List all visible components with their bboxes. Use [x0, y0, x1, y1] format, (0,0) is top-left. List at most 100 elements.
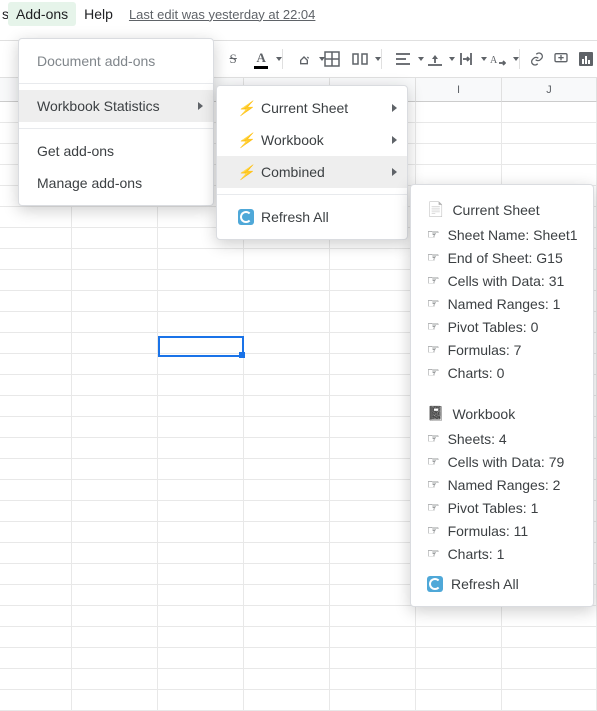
cell[interactable] [330, 648, 416, 669]
cell[interactable] [330, 354, 416, 375]
cell[interactable] [72, 333, 158, 354]
cell[interactable] [0, 207, 72, 228]
insert-comment-icon[interactable] [550, 47, 572, 71]
merge-cells-icon[interactable] [345, 47, 375, 71]
cell[interactable] [158, 585, 244, 606]
cell[interactable] [72, 228, 158, 249]
cell[interactable] [330, 396, 416, 417]
horizontal-align-icon[interactable] [388, 47, 418, 71]
cell[interactable] [502, 669, 597, 690]
cell[interactable] [72, 501, 158, 522]
cell[interactable] [72, 585, 158, 606]
cell[interactable] [158, 354, 244, 375]
cell[interactable] [330, 249, 416, 270]
submenu-refresh-all[interactable]: Refresh All [217, 201, 407, 233]
colhead-i[interactable]: I [416, 78, 502, 102]
menu-addons[interactable]: Add-ons [8, 2, 76, 26]
cell[interactable] [330, 501, 416, 522]
fill-handle[interactable] [239, 352, 245, 358]
cell[interactable] [0, 312, 72, 333]
cell[interactable] [0, 606, 72, 627]
cell[interactable] [0, 396, 72, 417]
cell[interactable] [330, 459, 416, 480]
cell[interactable] [72, 543, 158, 564]
cell[interactable] [72, 690, 158, 711]
cell[interactable] [502, 627, 597, 648]
menu-help[interactable]: Help [76, 2, 121, 26]
cell[interactable] [244, 249, 330, 270]
text-rotation-icon[interactable]: A [483, 47, 513, 71]
cell[interactable] [158, 543, 244, 564]
cell[interactable] [0, 270, 72, 291]
cell[interactable] [244, 417, 330, 438]
cell[interactable] [0, 585, 72, 606]
cell[interactable] [158, 312, 244, 333]
cell[interactable] [0, 417, 72, 438]
cell[interactable] [72, 564, 158, 585]
cell[interactable] [244, 480, 330, 501]
cell[interactable] [0, 333, 72, 354]
cell[interactable] [244, 375, 330, 396]
cell[interactable] [72, 291, 158, 312]
cell[interactable] [0, 501, 72, 522]
cell[interactable] [244, 627, 330, 648]
colhead-j[interactable]: J [502, 78, 597, 102]
cell[interactable] [0, 627, 72, 648]
cell[interactable] [416, 690, 502, 711]
stats-refresh-all[interactable]: Refresh All [427, 576, 577, 592]
cell[interactable] [330, 333, 416, 354]
cell[interactable] [72, 207, 158, 228]
cell[interactable] [330, 438, 416, 459]
cell[interactable] [0, 354, 72, 375]
cell[interactable] [502, 648, 597, 669]
selected-cell[interactable] [158, 336, 244, 357]
cell[interactable] [244, 291, 330, 312]
cell[interactable] [158, 396, 244, 417]
cell[interactable] [158, 375, 244, 396]
cell[interactable] [158, 627, 244, 648]
cell[interactable] [330, 291, 416, 312]
cell[interactable] [502, 123, 597, 144]
cell[interactable] [330, 690, 416, 711]
vertical-align-icon[interactable] [420, 47, 450, 71]
cell[interactable] [330, 606, 416, 627]
cell[interactable] [502, 102, 597, 123]
cell[interactable] [244, 564, 330, 585]
cell[interactable] [0, 564, 72, 585]
cell[interactable] [0, 249, 72, 270]
cell[interactable] [72, 522, 158, 543]
menu-workbook-statistics[interactable]: Workbook Statistics [19, 90, 213, 122]
submenu-combined[interactable]: ⚡ Combined [217, 156, 407, 188]
strikethrough-icon[interactable]: S [222, 47, 244, 71]
fill-color-icon[interactable] [289, 47, 319, 71]
cell[interactable] [72, 249, 158, 270]
cell[interactable] [502, 144, 597, 165]
cell[interactable] [416, 123, 502, 144]
cell[interactable] [72, 312, 158, 333]
cell[interactable] [244, 270, 330, 291]
cell[interactable] [72, 438, 158, 459]
cell[interactable] [72, 627, 158, 648]
cell[interactable] [502, 165, 597, 186]
cell[interactable] [158, 648, 244, 669]
cell[interactable] [244, 459, 330, 480]
text-color-icon[interactable]: A [246, 47, 276, 71]
cell[interactable] [244, 606, 330, 627]
cell[interactable] [158, 522, 244, 543]
cell[interactable] [0, 690, 72, 711]
cell[interactable] [0, 459, 72, 480]
last-edit-link[interactable]: Last edit was yesterday at 22:04 [129, 7, 315, 22]
cell[interactable] [0, 543, 72, 564]
menu-get-addons[interactable]: Get add-ons [19, 135, 213, 167]
cell[interactable] [330, 627, 416, 648]
cell[interactable] [416, 102, 502, 123]
cell[interactable] [416, 648, 502, 669]
cell[interactable] [502, 606, 597, 627]
submenu-current-sheet[interactable]: ⚡ Current Sheet [217, 92, 407, 124]
cell[interactable] [158, 417, 244, 438]
cell[interactable] [416, 606, 502, 627]
cell[interactable] [72, 459, 158, 480]
cell[interactable] [244, 543, 330, 564]
cell[interactable] [416, 165, 502, 186]
cell[interactable] [330, 564, 416, 585]
